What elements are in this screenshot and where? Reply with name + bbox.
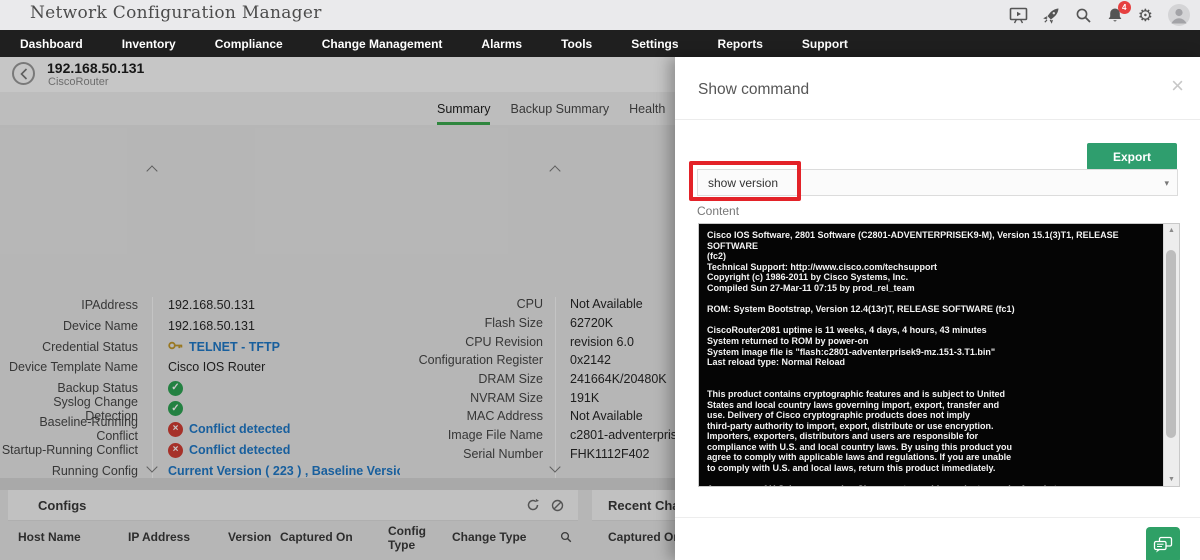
scrollbar-thumb[interactable] [1166, 250, 1176, 438]
terminal-text: Cisco IOS Software, 2801 Software (C2801… [707, 230, 1119, 486]
content-label: Content [697, 204, 740, 218]
presentation-icon[interactable] [1009, 7, 1028, 24]
bell-icon[interactable]: 4 [1107, 0, 1131, 24]
gear-icon[interactable]: ⚙ [1138, 7, 1153, 24]
app-window: Network Configuration Manager 4 ⚙ Dashbo… [0, 0, 1200, 560]
search-icon[interactable] [1075, 7, 1092, 24]
chat-widget-button[interactable] [1146, 527, 1180, 560]
top-header: Network Configuration Manager 4 ⚙ [0, 0, 1200, 31]
show-command-panel: Show command × Export show version ▾ Con… [675, 57, 1200, 560]
terminal-scrollbar[interactable]: ▲ ▼ [1163, 224, 1179, 486]
nav-reports[interactable]: Reports [718, 37, 763, 51]
export-button[interactable]: Export [1087, 143, 1177, 170]
rocket-icon[interactable] [1042, 7, 1060, 24]
panel-title: Show command [698, 81, 810, 98]
scrollbar-down-icon[interactable]: ▼ [1164, 476, 1179, 483]
annotation-highlight-box [689, 161, 801, 201]
panel-divider [675, 119, 1200, 120]
close-icon[interactable]: × [1171, 75, 1184, 97]
user-avatar[interactable] [1168, 4, 1190, 26]
nav-compliance[interactable]: Compliance [215, 37, 283, 51]
scrollbar-up-icon[interactable]: ▲ [1164, 227, 1179, 234]
chevron-down-icon: ▾ [1164, 178, 1169, 188]
modal-dim-overlay [0, 57, 675, 560]
nav-support[interactable]: Support [802, 37, 848, 51]
panel-footer-divider [675, 517, 1200, 518]
nav-change-management[interactable]: Change Management [322, 37, 443, 51]
app-title: Network Configuration Manager [30, 3, 322, 23]
notification-badge: 4 [1117, 0, 1131, 14]
nav-settings[interactable]: Settings [631, 37, 678, 51]
command-output-terminal: Cisco IOS Software, 2801 Software (C2801… [698, 223, 1180, 487]
nav-dashboard[interactable]: Dashboard [20, 37, 83, 51]
nav-tools[interactable]: Tools [561, 37, 592, 51]
nav-alarms[interactable]: Alarms [481, 37, 522, 51]
nav-inventory[interactable]: Inventory [122, 37, 176, 51]
main-nav: Dashboard Inventory Compliance Change Ma… [0, 30, 1200, 57]
top-icon-row: 4 ⚙ [1009, 0, 1190, 30]
